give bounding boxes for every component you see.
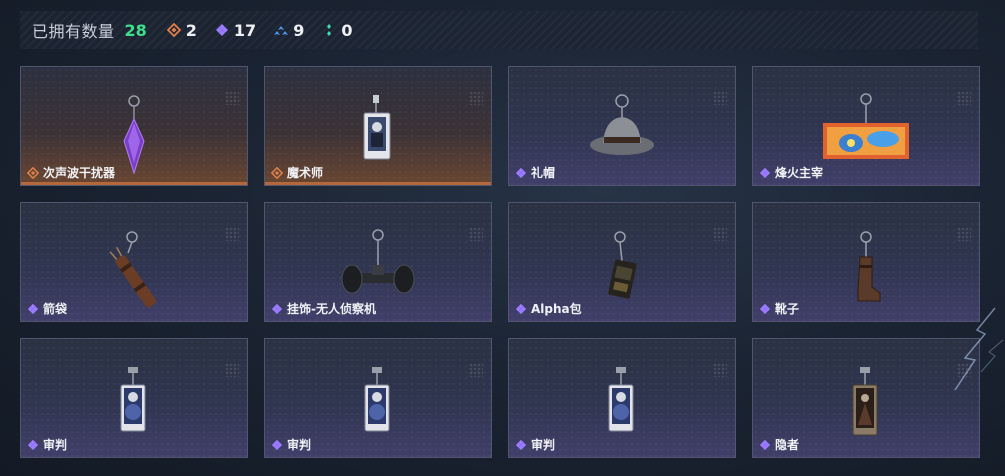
item-name: 烽火主宰 xyxy=(759,164,823,181)
purple-diamond-icon xyxy=(215,24,228,36)
hermit-card-icon xyxy=(852,367,878,436)
blue-count-value: 9 xyxy=(293,20,305,40)
item-name-label: Alpha包 xyxy=(531,302,582,316)
purple-diamond-icon xyxy=(759,167,771,178)
item-name: 魔术师 xyxy=(271,164,323,181)
item-name: 箭袋 xyxy=(27,300,67,317)
purple-count-value: 17 xyxy=(233,20,257,40)
item-name: 隐者 xyxy=(759,436,799,453)
purple-diamond-icon xyxy=(271,303,283,314)
item-name: 审判 xyxy=(515,436,555,453)
purple-diamond-icon xyxy=(759,439,771,450)
item-name: 礼帽 xyxy=(515,164,555,181)
judgement-card-icon xyxy=(364,367,390,432)
purple-diamond-icon xyxy=(27,439,39,450)
item-name-label: 箭袋 xyxy=(43,302,68,316)
orange-rarity-count: 2 xyxy=(166,20,197,40)
item-name: 次声波干扰器 xyxy=(27,164,115,181)
purple-diamond-icon xyxy=(515,439,527,450)
owned-count-value: 28 xyxy=(124,20,147,40)
item-card[interactable]: 箭袋 xyxy=(20,202,248,322)
item-card[interactable]: 烽火主宰 xyxy=(752,66,980,186)
green-dots-icon xyxy=(327,24,332,36)
item-name-label: 挂饰-无人侦察机 xyxy=(287,302,376,316)
item-name: 审判 xyxy=(27,436,67,453)
banner-keychain-icon xyxy=(823,93,909,159)
item-card[interactable]: 靴子 xyxy=(752,202,980,322)
item-name-label: 次声波干扰器 xyxy=(43,166,116,180)
orange-diamond-icon xyxy=(271,166,283,179)
item-card[interactable]: 审判 xyxy=(20,338,248,458)
item-name: 靴子 xyxy=(759,300,799,317)
bag-keychain-icon xyxy=(608,231,637,299)
item-name-label: 审判 xyxy=(43,438,68,452)
item-card[interactable]: 次声波干扰器 xyxy=(20,66,248,186)
orange-diamond-icon xyxy=(27,166,39,179)
item-card[interactable]: 审判 xyxy=(264,338,492,458)
purple-diamond-icon xyxy=(27,303,39,314)
card-keychain-icon xyxy=(363,95,391,160)
item-card[interactable]: Alpha包 xyxy=(508,202,736,322)
item-name-label: 礼帽 xyxy=(531,166,556,180)
green-count-value: 0 xyxy=(341,20,353,40)
item-card[interactable]: 礼帽 xyxy=(508,66,736,186)
item-card[interactable]: 挂饰-无人侦察机 xyxy=(264,202,492,322)
item-name-label: 烽火主宰 xyxy=(775,166,824,180)
hat-keychain-icon xyxy=(590,94,654,155)
purple-diamond-icon xyxy=(515,303,527,314)
judgement-card-icon xyxy=(120,367,146,432)
orange-count-value: 2 xyxy=(185,20,197,40)
item-name: 挂饰-无人侦察机 xyxy=(271,300,376,317)
item-card[interactable]: 审判 xyxy=(508,338,736,458)
blue-chevron-icon xyxy=(274,26,289,35)
quiver-keychain-icon xyxy=(109,231,157,308)
purple-diamond-icon xyxy=(515,167,527,178)
item-grid: 次声波干扰器 魔术师 礼帽 烽火主宰 箭袋 挂饰-无人侦察机 Alpha包 靴子… xyxy=(20,66,985,458)
crystal-pendant-icon xyxy=(123,95,145,175)
judgement-card-icon xyxy=(608,367,634,432)
item-name-label: 审判 xyxy=(287,438,312,452)
orange-diamond-icon xyxy=(166,23,181,37)
purple-diamond-icon xyxy=(759,303,771,314)
item-name: 审判 xyxy=(271,436,311,453)
owned-count-label: 已拥有数量 xyxy=(32,22,115,41)
purple-diamond-icon xyxy=(271,439,283,450)
item-name-label: 魔术师 xyxy=(287,166,324,180)
green-rarity-count: 0 xyxy=(322,21,352,40)
owned-summary-bar: 已拥有数量 28 2 17 9 0 xyxy=(20,11,978,49)
item-card[interactable]: 魔术师 xyxy=(264,66,492,186)
purple-rarity-count: 17 xyxy=(215,21,256,40)
item-name-label: 审判 xyxy=(531,438,556,452)
item-name-label: 靴子 xyxy=(775,302,800,316)
blue-rarity-count: 9 xyxy=(274,21,304,40)
item-name-label: 隐者 xyxy=(775,438,800,452)
boot-keychain-icon xyxy=(857,231,881,302)
item-name: Alpha包 xyxy=(515,300,582,317)
item-card[interactable]: 隐者 xyxy=(752,338,980,458)
